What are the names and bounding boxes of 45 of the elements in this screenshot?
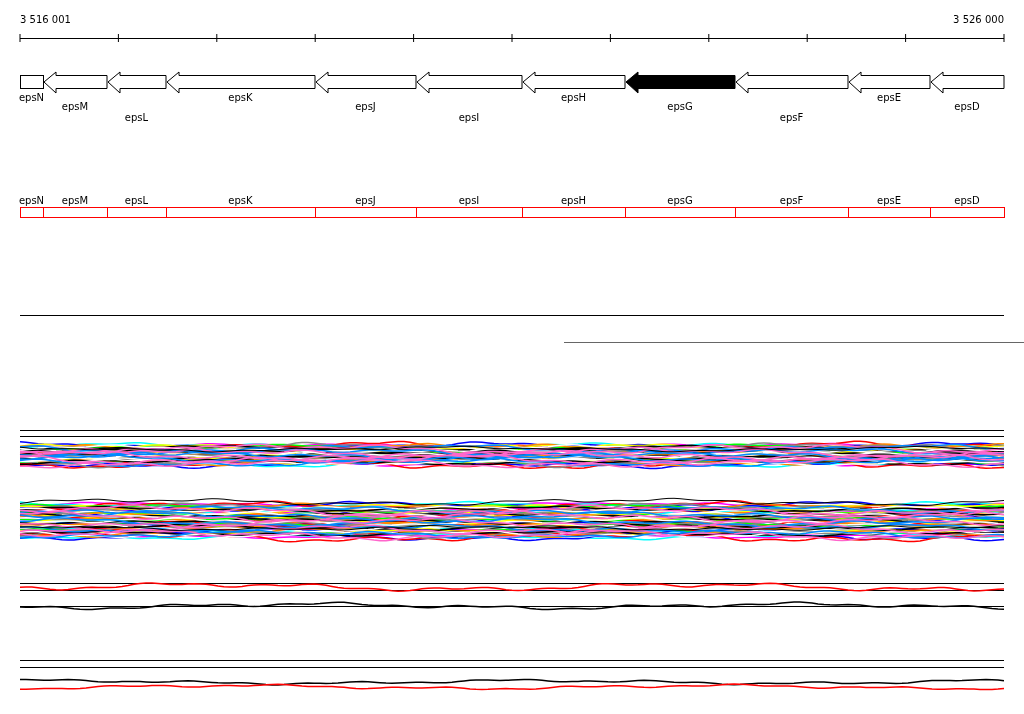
feature-box[interactable] [522,207,626,218]
feature-label: epsF [779,195,804,206]
gene-label: epsL [124,112,149,123]
feature-box[interactable] [107,207,167,218]
gene-arrow[interactable] [315,71,417,94]
gene-arrow[interactable] [625,71,736,94]
gene-label: epsM [61,101,89,112]
feature-box[interactable] [930,207,1005,218]
feature-label: epsE [877,195,901,206]
start-coordinate: 3 516 001 [20,14,71,25]
feature-box[interactable] [735,207,849,218]
gene-arrow[interactable] [848,71,931,94]
gene-arrow[interactable] [43,71,108,94]
feature-box[interactable] [625,207,736,218]
feature-label: epsG [667,195,693,206]
gene-label: epsH [560,92,587,103]
gene-label: epsJ [355,101,376,112]
feature-box[interactable] [848,207,931,218]
feature-label: epsK [228,195,253,206]
gene-arrow[interactable] [522,71,626,94]
feature-label: epsL [124,195,149,206]
feature-label: epsN [18,195,45,206]
gene-arrow[interactable] [107,71,167,94]
feature-box[interactable] [416,207,523,218]
gene-label: epsE [877,92,901,103]
feature-box[interactable] [43,207,108,218]
gene-label: epsI [458,112,480,123]
gene-label: epsK [228,92,253,103]
feature-box[interactable] [315,207,417,218]
feature-label: epsM [61,195,89,206]
gene-label: epsD [954,101,980,112]
feature-label: epsD [954,195,980,206]
gene-label: epsF [779,112,804,123]
gene-arrow[interactable] [166,71,316,94]
gene-arrow[interactable] [930,71,1005,94]
gene-arrow[interactable] [416,71,523,94]
gene-label: epsN [18,92,45,103]
feature-label: epsJ [355,195,376,206]
gene-arrow[interactable] [735,71,849,94]
feature-label: epsH [560,195,587,206]
feature-box[interactable] [166,207,316,218]
feature-box[interactable] [20,207,44,218]
gene-label: epsG [667,101,693,112]
feature-label: epsI [458,195,480,206]
end-coordinate: 3 526 000 [953,14,1004,25]
